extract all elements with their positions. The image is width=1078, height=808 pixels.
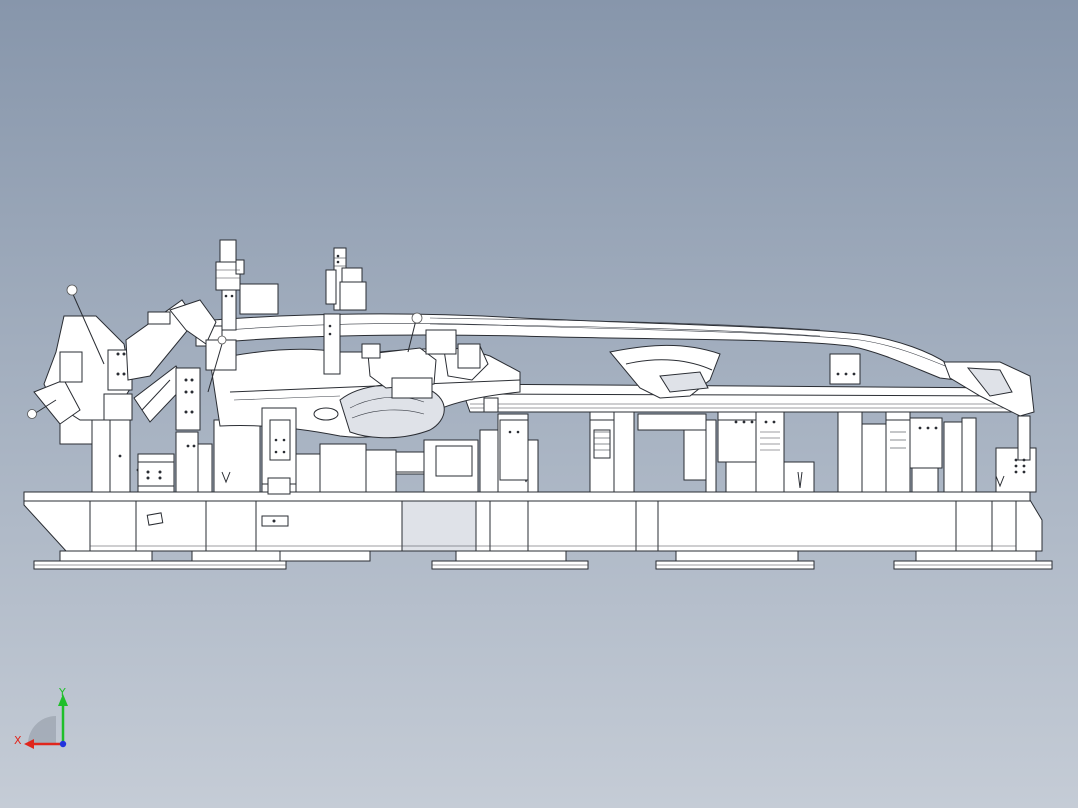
base-plate [23,491,1043,552]
fixture-assembly-drawing[interactable] [0,0,1078,808]
axis-triad[interactable]: Y X [10,682,80,762]
main-rail [459,383,1031,421]
z-axis-dot [59,740,67,748]
x-axis-label: X [14,734,22,747]
base-feet [33,550,1053,570]
cad-viewport[interactable]: Y X [0,0,1078,808]
triad-plane [28,716,56,744]
y-axis-label: Y [58,686,66,699]
